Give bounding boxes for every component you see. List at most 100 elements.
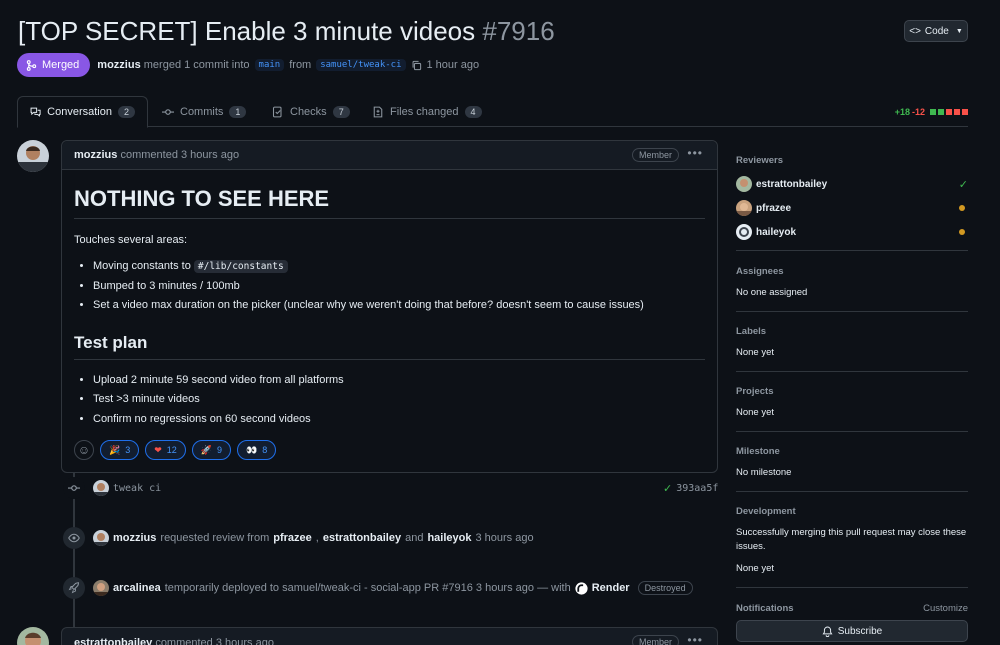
list-item: Set a video max duration on the picker (… (93, 296, 705, 316)
diffstat: +18 -12 (895, 107, 968, 117)
avatar[interactable] (17, 627, 49, 645)
event-text: requested review from (160, 532, 270, 544)
eye-icon (63, 527, 85, 549)
tab-conversation[interactable]: Conversation 2 (17, 96, 148, 128)
commit-sha[interactable]: 393aa5f (676, 483, 718, 494)
event-text: temporarily deployed to samuel/tweak-ci … (164, 582, 571, 594)
tab-checks[interactable]: Checks 7 (260, 96, 362, 127)
reviewer-name: estrattonbailey (756, 178, 828, 190)
diffstat-block (946, 109, 952, 115)
milestone-title[interactable]: Milestone (736, 446, 968, 457)
deployment-status-badge: Destroyed (637, 581, 693, 595)
tab-count: 1 (229, 105, 247, 118)
list-item-text: Moving constants to (93, 260, 194, 272)
projects-section: Projects None yet (736, 386, 968, 432)
avatar[interactable] (93, 480, 109, 496)
heart-icon: ❤ (154, 444, 162, 455)
development-title[interactable]: Development (736, 506, 968, 517)
member-badge: Member (631, 148, 679, 162)
projects-value: None yet (736, 407, 775, 418)
reviewer-row[interactable]: haileyok (736, 220, 968, 244)
reviewer-row[interactable]: pfrazee (736, 196, 968, 220)
actor-link[interactable]: mozzius (113, 532, 156, 544)
triangle-down-icon: ▼ (955, 27, 963, 35)
file-diff-icon (373, 106, 383, 117)
code-icon: <> (909, 25, 921, 37)
comment-author[interactable]: mozzius (74, 149, 117, 161)
render-logo-icon (575, 581, 588, 595)
code-button[interactable]: <> Code ▼ (904, 20, 968, 42)
check-icon: ✓ (958, 178, 968, 191)
and-text: and (405, 532, 424, 544)
eyes-icon: 👀 (246, 444, 258, 455)
pr-title: [TOP SECRET] Enable 3 minute videos #791… (18, 16, 555, 47)
avatar[interactable] (93, 580, 109, 596)
kebab-horizontal-icon[interactable]: ••• (687, 146, 703, 160)
base-branch[interactable]: main (254, 59, 285, 71)
customize-link[interactable]: Customize (923, 603, 968, 614)
event-time[interactable]: 3 hours ago (475, 532, 533, 544)
reviewer-row[interactable]: estrattonbailey ✓ (736, 172, 968, 196)
avatar (736, 176, 752, 192)
subscribe-button[interactable]: Subscribe (736, 620, 968, 642)
development-text: Successfully merging this pull request m… (736, 527, 967, 552)
bell-icon (822, 626, 833, 637)
tab-files-changed[interactable]: Files changed 4 (360, 96, 494, 127)
reaction-rocket[interactable]: 🚀 9 (191, 440, 232, 460)
projects-title[interactable]: Projects (736, 386, 968, 397)
merged-badge-label: Merged (42, 59, 80, 71)
test-plan-heading: Test plan (74, 333, 705, 360)
reviewer-name: pfrazee (756, 202, 792, 214)
diffstat-block (962, 109, 968, 115)
commit-message[interactable]: tweak ci (113, 483, 161, 494)
reaction-count: 8 (262, 445, 268, 455)
diffstat-block (938, 109, 944, 115)
reviewer-link[interactable]: estrattonbailey (323, 532, 401, 544)
reaction-heart[interactable]: ❤ 12 (145, 440, 186, 460)
copy-icon[interactable] (411, 60, 422, 71)
pr-meta: Merged mozzius merged 1 commit into main… (17, 53, 479, 77)
reaction-hooray[interactable]: 🎉 3 (100, 440, 140, 460)
service-link[interactable]: Render (592, 582, 630, 594)
actor-link[interactable]: arcalinea (113, 582, 161, 594)
reviewers-title[interactable]: Reviewers (736, 155, 968, 166)
checklist-icon (272, 106, 282, 117)
comment-author[interactable]: estrattonbailey (74, 637, 152, 645)
changes-list: Moving constants to #/lib/constants Bump… (74, 257, 705, 316)
reviewer-link[interactable]: pfrazee (273, 532, 312, 544)
avatar (736, 200, 752, 216)
notifications-header: Notifications Customize (736, 603, 968, 614)
notifications-title: Notifications (736, 603, 794, 614)
git-merge-icon (26, 59, 37, 71)
pr-title-text: [TOP SECRET] Enable 3 minute videos (18, 16, 476, 46)
pending-dot-icon (959, 205, 965, 211)
reviewer-link[interactable]: haileyok (427, 532, 471, 544)
list-item: Test >3 minute videos (93, 390, 705, 410)
add-reaction-smiley-icon[interactable]: ☺ (74, 440, 94, 460)
avatar[interactable] (17, 140, 49, 172)
milestone-section: Milestone No milestone (736, 446, 968, 492)
list-item: Moving constants to #/lib/constants (93, 257, 705, 277)
reaction-eyes[interactable]: 👀 8 (237, 440, 277, 460)
check-icon[interactable]: ✓ (663, 482, 672, 495)
list-item: Bumped to 3 minutes / 100mb (93, 277, 705, 297)
kebab-horizontal-icon[interactable]: ••• (687, 633, 703, 645)
assignees-title[interactable]: Assignees (736, 266, 968, 277)
additions-count: +18 (894, 107, 910, 117)
reviewers-section: Reviewers estrattonbailey ✓ pfrazee hail… (736, 150, 968, 251)
reviewer-name: haileyok (756, 226, 797, 238)
comment-timestamp[interactable]: commented 3 hours ago (155, 637, 274, 645)
comment-header: estrattonbailey commented 3 hours ago Me… (61, 627, 718, 645)
avatar[interactable] (93, 530, 109, 546)
timeline-deployment: arcalinea temporarily deployed to samuel… (93, 580, 693, 596)
tab-commits[interactable]: Commits 1 (150, 96, 258, 127)
labels-title[interactable]: Labels (736, 326, 968, 337)
hooray-icon: 🎉 (109, 444, 121, 455)
head-branch[interactable]: samuel/tweak-ci (316, 59, 406, 71)
code-button-label: Code (924, 25, 949, 37)
comment-heading: NOTHING TO SEE HERE (74, 186, 705, 219)
pr-author-link[interactable]: mozzius (97, 59, 140, 71)
comment-timestamp[interactable]: commented 3 hours ago (120, 149, 239, 161)
tab-label: Commits (180, 105, 224, 118)
pr-description-comment: mozzius commented 3 hours ago Member •••… (61, 140, 718, 473)
